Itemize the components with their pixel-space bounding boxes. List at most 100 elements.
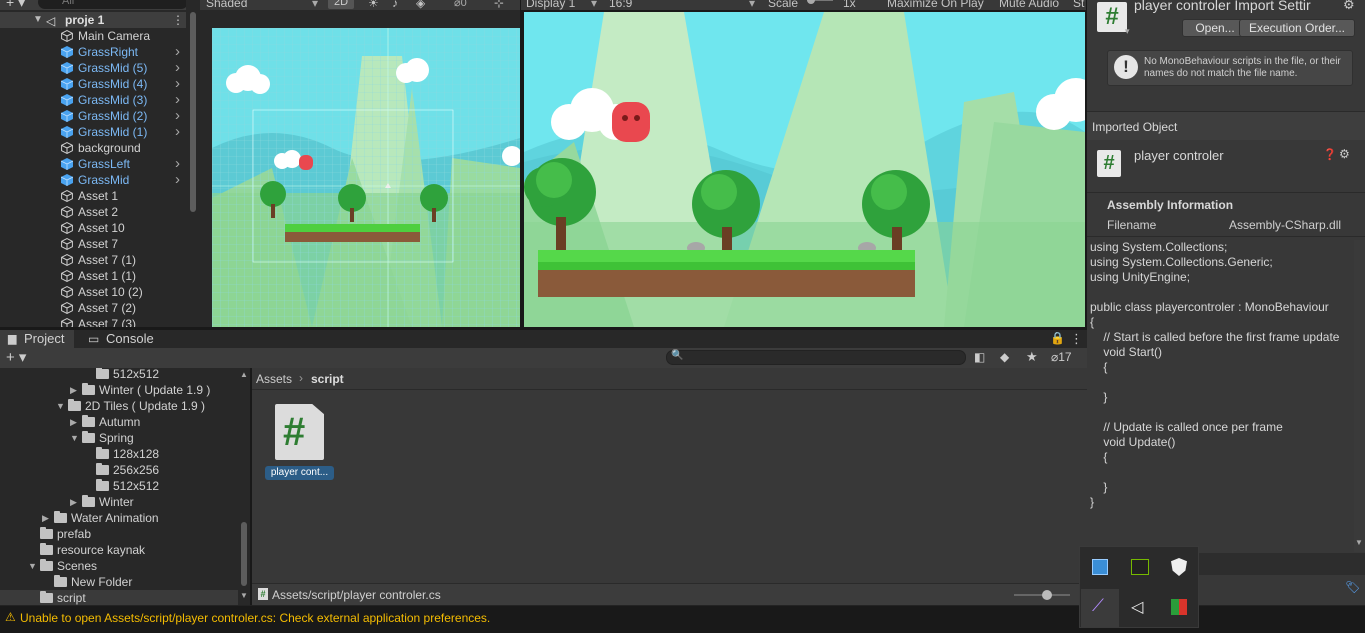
hierarchy-item[interactable]: Asset 2 xyxy=(0,204,186,220)
folder-tree-item[interactable]: 128x128 xyxy=(0,446,238,462)
scene-menu-icon[interactable]: ⋮ xyxy=(172,12,184,28)
hierarchy-search-input[interactable]: All xyxy=(38,0,188,9)
lock-icon[interactable]: 🔒 xyxy=(1050,331,1065,345)
network-app-icon[interactable] xyxy=(1092,559,1108,575)
chevron-down-icon[interactable]: ▾ xyxy=(1125,26,1130,37)
gizmos-icon[interactable]: ⊹ xyxy=(494,0,504,10)
hierarchy-item[interactable]: GrassMid (2) › xyxy=(0,108,186,124)
collapse-arrow-icon[interactable]: ▼ xyxy=(70,430,79,446)
hierarchy-item[interactable]: GrassRight › xyxy=(0,44,186,60)
expand-arrow-icon[interactable]: ▶ xyxy=(42,510,49,526)
hierarchy-item[interactable]: background xyxy=(0,140,186,156)
chevron-right-icon[interactable]: › xyxy=(175,124,180,140)
chevron-right-icon[interactable]: › xyxy=(175,108,180,124)
hierarchy-item[interactable]: Asset 7 (1) xyxy=(0,252,186,268)
chevron-right-icon[interactable]: › xyxy=(175,172,180,188)
icon-size-slider-thumb[interactable] xyxy=(1042,590,1052,600)
collapse-arrow-icon[interactable]: ▼ xyxy=(28,558,37,574)
folder-tree-item[interactable]: ▼ Scenes xyxy=(0,558,238,574)
scroll-thumb[interactable] xyxy=(190,12,196,212)
chevron-right-icon[interactable]: › xyxy=(175,44,180,60)
aspect-dropdown[interactable]: 16:9 xyxy=(609,0,632,10)
hierarchy-scrollbar[interactable] xyxy=(186,0,200,327)
folder-tree-item[interactable]: script xyxy=(0,590,238,605)
light-icon[interactable]: ☀ xyxy=(368,0,379,10)
office-app-icon[interactable] xyxy=(1171,599,1187,615)
panel-menu-icon[interactable]: ⋮ xyxy=(1070,331,1083,347)
hierarchy-item[interactable]: Asset 7 xyxy=(0,236,186,252)
hidden-objects-icon[interactable]: ⌀0 xyxy=(454,0,467,9)
hierarchy-scene-row[interactable]: ▼ ◁ proje 1 ⋮ xyxy=(0,12,186,28)
chevron-right-icon[interactable]: › xyxy=(175,60,180,76)
expand-arrow-icon[interactable]: ▶ xyxy=(70,494,77,510)
help-icon[interactable]: ❓ xyxy=(1323,148,1337,161)
display-dropdown[interactable]: Display 1 xyxy=(526,0,575,10)
folder-tree-item[interactable]: 512x512 xyxy=(0,368,238,382)
hierarchy-item[interactable]: Asset 1 xyxy=(0,188,186,204)
security-shield-icon[interactable] xyxy=(1171,558,1187,576)
folder-tree-item[interactable]: ▼ Spring xyxy=(0,430,238,446)
scroll-down-icon[interactable]: ▼ xyxy=(240,591,248,600)
scroll-down-icon[interactable]: ▼ xyxy=(1355,538,1363,547)
hierarchy-item[interactable]: GrassMid › xyxy=(0,172,186,188)
folder-tree-item[interactable]: prefab xyxy=(0,526,238,542)
scene-view[interactable] xyxy=(200,10,520,327)
hierarchy-item[interactable]: GrassMid (3) › xyxy=(0,92,186,108)
expand-arrow-icon[interactable]: ▶ xyxy=(70,414,77,430)
inspector-scrollbar[interactable]: ▼ xyxy=(1354,240,1365,552)
gear-icon[interactable]: ⚙ xyxy=(1343,0,1355,13)
folder-tree-item[interactable]: ▼ 2D Tiles ( Update 1.9 ) xyxy=(0,398,238,414)
mute-audio-toggle[interactable]: Mute Audio xyxy=(999,0,1059,10)
unity-icon[interactable]: ◁ xyxy=(1131,597,1143,617)
chevron-right-icon[interactable]: › xyxy=(175,76,180,92)
folder-tree-item[interactable]: ▶ Autumn xyxy=(0,414,238,430)
folder-tree-item[interactable]: New Folder xyxy=(0,574,238,590)
create-button[interactable]: + ▾ xyxy=(6,348,26,366)
hierarchy-item[interactable]: Main Camera xyxy=(0,28,186,44)
asset-label-icon[interactable]: 🏷 xyxy=(1345,580,1360,594)
search-by-type-icon[interactable]: ◧ xyxy=(974,350,985,364)
favorite-star-icon[interactable]: ★ xyxy=(1026,349,1038,365)
hierarchy-item[interactable]: GrassLeft › xyxy=(0,156,186,172)
hierarchy-item[interactable]: Asset 1 (1) xyxy=(0,268,186,284)
folder-tree-item[interactable]: ▶ Water Animation xyxy=(0,510,238,526)
scroll-up-icon[interactable]: ▲ xyxy=(240,370,248,379)
stats-toggle[interactable]: St xyxy=(1073,0,1084,10)
search-by-label-icon[interactable]: ◆ xyxy=(1000,350,1009,364)
game-canvas[interactable] xyxy=(524,12,1085,327)
scroll-thumb[interactable] xyxy=(241,522,247,586)
chevron-right-icon[interactable]: › xyxy=(175,156,180,172)
audio-icon[interactable]: ♪ xyxy=(392,0,398,10)
hierarchy-item[interactable]: Asset 10 xyxy=(0,220,186,236)
collapse-arrow-icon[interactable]: ▼ xyxy=(33,12,43,28)
execution-order-button[interactable]: Execution Order... xyxy=(1239,19,1355,37)
folder-tree-item[interactable]: 256x256 xyxy=(0,462,238,478)
hierarchy-item[interactable]: GrassMid (1) › xyxy=(0,124,186,140)
collapse-arrow-icon[interactable]: ▼ xyxy=(56,398,65,414)
tab-project[interactable]: ▆ Project xyxy=(0,330,74,348)
maximize-on-play-toggle[interactable]: Maximize On Play xyxy=(887,0,984,10)
folder-tree-item[interactable]: resource kaynak xyxy=(0,542,238,558)
hidden-packages-icon[interactable]: ⌀17 xyxy=(1051,350,1072,364)
feather-app-icon[interactable]: ⟋ xyxy=(1092,596,1104,616)
folder-tree-item[interactable]: ▶ Winter xyxy=(0,494,238,510)
hierarchy-item[interactable]: GrassMid (4) › xyxy=(0,76,186,92)
asset-item[interactable]: # player cont... xyxy=(264,402,338,480)
add-icon[interactable]: + ▾ xyxy=(6,0,25,11)
hierarchy-item[interactable]: GrassMid (5) › xyxy=(0,60,186,76)
game-view[interactable] xyxy=(521,10,1086,327)
asset-name[interactable]: player cont... xyxy=(265,466,334,480)
expand-arrow-icon[interactable]: ▶ xyxy=(70,382,77,398)
breadcrumb-assets[interactable]: Assets xyxy=(256,372,292,386)
tree-scrollbar[interactable]: ▲ ▼ xyxy=(238,368,250,605)
nvidia-icon[interactable] xyxy=(1131,559,1149,575)
shading-dropdown[interactable]: Shaded xyxy=(206,0,247,10)
hierarchy-item[interactable]: Asset 7 (2) xyxy=(0,300,186,316)
tab-console[interactable]: ▭ Console xyxy=(82,330,162,348)
effects-icon[interactable]: ◈ xyxy=(416,0,425,10)
scale-slider-thumb[interactable] xyxy=(807,0,815,4)
status-message[interactable]: Unable to open Assets/script/player cont… xyxy=(20,611,490,625)
project-search-input[interactable]: 🔍 xyxy=(666,350,966,365)
breadcrumb-script[interactable]: script xyxy=(311,372,344,386)
hierarchy-item[interactable]: Asset 7 (3) xyxy=(0,316,186,327)
